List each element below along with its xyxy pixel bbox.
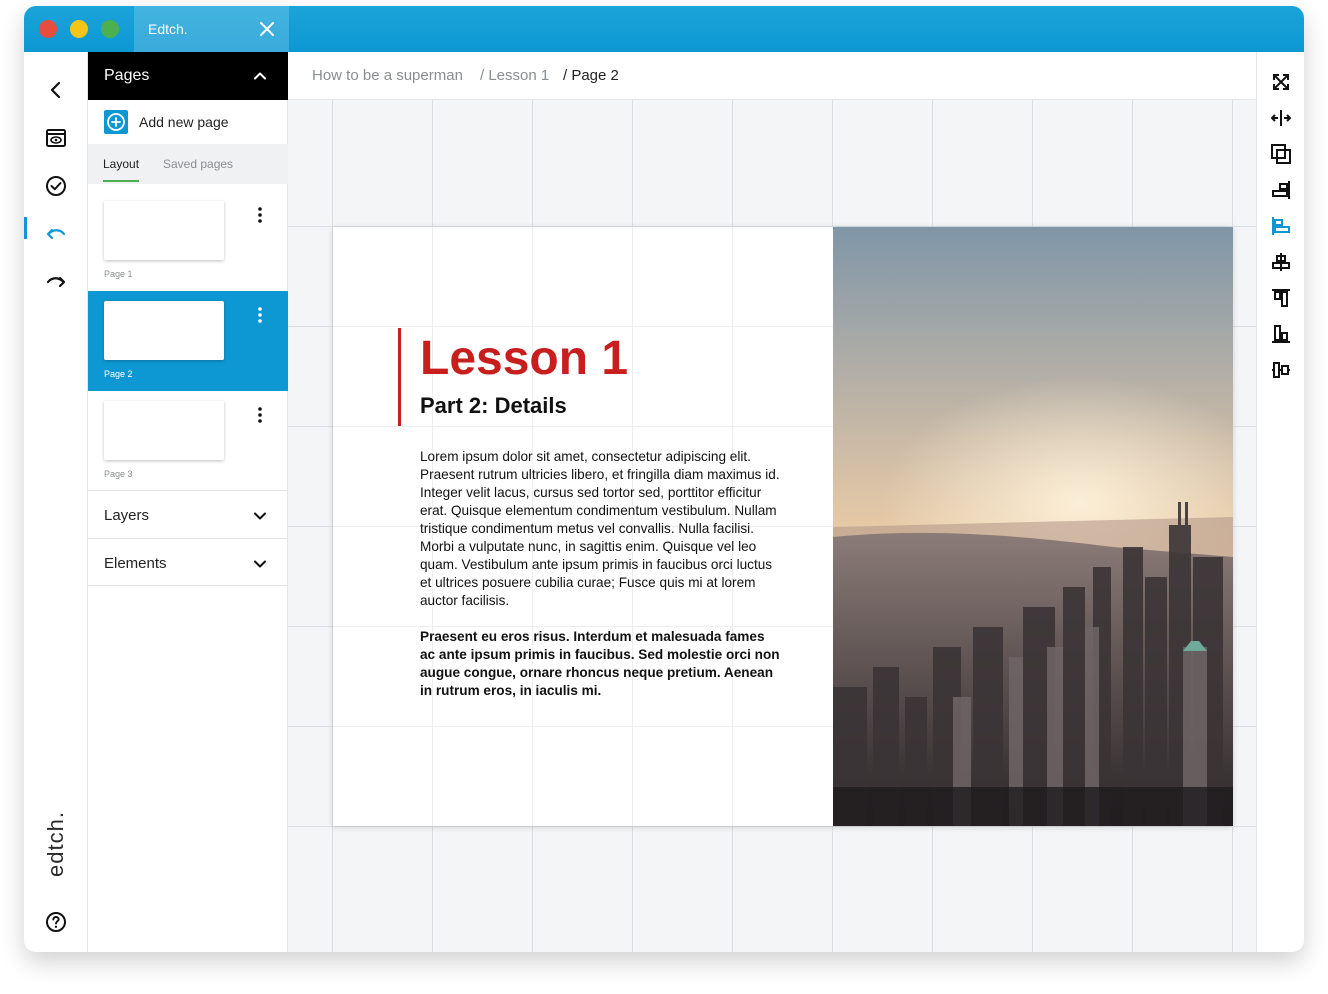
distribute-icon[interactable] [1269,358,1293,382]
elements-section[interactable]: Elements [88,538,288,586]
more-options-icon[interactable] [250,205,270,225]
page-thumbnail[interactable] [104,301,224,360]
tab-saved-pages[interactable]: Saved pages [163,157,233,171]
add-new-page-label: Add new page [139,114,229,130]
breadcrumb-page: / Page 2 [563,67,619,84]
layers-section[interactable]: Layers [88,490,288,538]
right-toolbar [1256,52,1304,952]
title-bar: Edtch. [24,6,1304,52]
brand-logo: edtch. [30,804,82,884]
help-icon[interactable] [44,910,68,934]
maximize-window-button[interactable] [101,20,119,38]
page-thumbnail[interactable] [104,401,224,460]
city-skyline-photo[interactable] [833,227,1233,826]
tab-active-underline [103,180,139,182]
preview-icon[interactable] [44,126,68,150]
close-icon[interactable] [257,19,277,39]
align-left-icon[interactable] [1269,214,1293,238]
page-caption: Page 2 [104,369,133,379]
page-caption: Page 1 [104,269,133,279]
brand-text: edtch. [43,811,68,877]
chevron-up-icon[interactable] [252,68,268,84]
layers-label: Layers [104,507,150,524]
breadcrumb-lesson[interactable]: / Lesson 1 [480,67,549,84]
fullscreen-icon[interactable] [1269,70,1293,94]
document-page[interactable]: Lesson 1 Part 2: Details Lorem ipsum dol… [333,227,1233,826]
breadcrumb: How to be a superman / Lesson 1 / Page 2 [288,52,1256,100]
redo-icon[interactable] [44,270,68,294]
breadcrumb-course[interactable]: How to be a superman [312,67,463,84]
body-bold-paragraph[interactable]: Praesent eu eros risus. Interdum et male… [420,628,782,700]
flip-horizontal-icon[interactable] [1269,106,1293,130]
tab-layout[interactable]: Layout [103,157,139,171]
page-item-3[interactable]: Page 3 [88,391,288,491]
align-right-icon[interactable] [1269,178,1293,202]
pages-panel-header[interactable]: Pages [88,52,288,100]
active-indicator [24,217,27,239]
check-icon[interactable] [44,174,68,198]
align-bottom-icon[interactable] [1269,322,1293,346]
pages-tabs: Layout Saved pages [88,144,288,184]
undo-icon[interactable] [44,222,68,246]
lesson-title[interactable]: Lesson 1 [420,331,628,386]
back-icon[interactable] [44,78,68,102]
more-options-icon[interactable] [250,405,270,425]
close-window-button[interactable] [39,20,57,38]
pages-panel-title: Pages [104,67,150,84]
more-options-icon[interactable] [250,305,270,325]
grid-line [288,826,1256,827]
page-thumbnail[interactable] [104,201,224,260]
chevron-down-icon[interactable] [252,508,268,524]
page-caption: Page 3 [104,469,133,479]
app-window: Edtch. edtch. Pages Add new page Layout … [24,6,1304,952]
editor-canvas[interactable]: Lesson 1 Part 2: Details Lorem ipsum dol… [288,100,1256,952]
elements-label: Elements [104,555,167,572]
add-new-page-button[interactable]: Add new page [88,100,288,144]
align-top-icon[interactable] [1269,286,1293,310]
minimize-window-button[interactable] [70,20,88,38]
title-accent-bar [398,328,401,426]
chevron-down-icon[interactable] [252,556,268,572]
left-rail: edtch. [24,52,88,952]
app-tab[interactable]: Edtch. [134,6,289,52]
align-center-icon[interactable] [1269,250,1293,274]
lesson-subtitle[interactable]: Part 2: Details [420,393,567,419]
pages-panel: Pages Add new page Layout Saved pages Pa… [88,52,288,952]
add-circle-icon [104,110,128,134]
arrange-icon[interactable] [1269,142,1293,166]
body-paragraph[interactable]: Lorem ipsum dolor sit amet, consectetur … [420,448,782,610]
tab-title: Edtch. [148,21,188,37]
page-item-2[interactable]: Page 2 [88,291,288,391]
page-item-1[interactable]: Page 1 [88,191,288,291]
